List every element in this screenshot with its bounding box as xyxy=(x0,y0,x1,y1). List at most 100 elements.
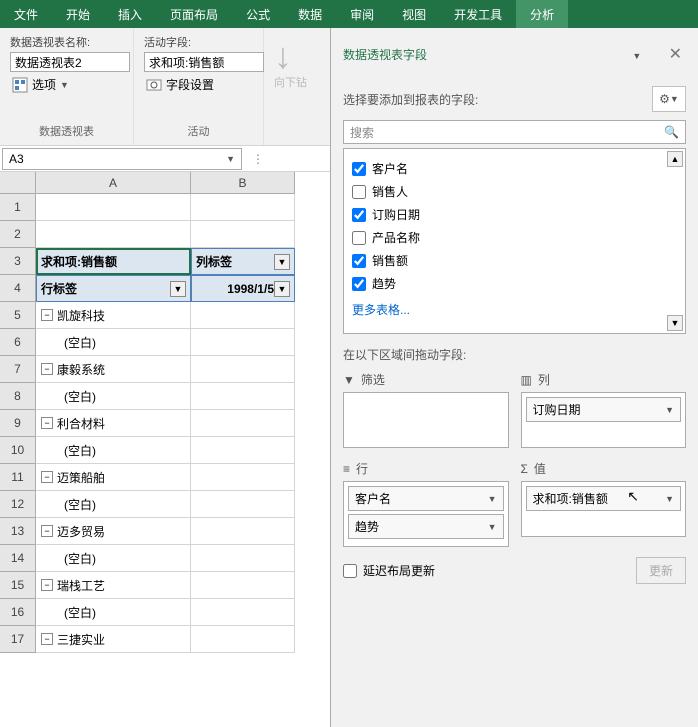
options-button[interactable]: 选项 ▼ xyxy=(10,74,123,95)
cell[interactable] xyxy=(191,383,295,410)
row-header[interactable]: 8 xyxy=(0,383,36,410)
search-input[interactable]: 搜索 🔍 xyxy=(343,120,686,144)
ribbon-tab-1[interactable]: 开始 xyxy=(52,0,104,28)
row-header[interactable]: 7 xyxy=(0,356,36,383)
row-header[interactable]: 5 xyxy=(0,302,36,329)
row-header[interactable]: 3 xyxy=(0,248,36,275)
cell[interactable]: −康毅系统 xyxy=(36,356,191,383)
area-pill[interactable]: 客户名▼ xyxy=(348,486,504,511)
collapse-icon[interactable]: − xyxy=(41,363,53,375)
cell[interactable]: (空白) xyxy=(36,545,191,572)
cell[interactable] xyxy=(191,626,295,653)
cell[interactable]: −三捷实业 xyxy=(36,626,191,653)
filter-dropdown-icon[interactable]: ▼ xyxy=(274,254,290,270)
ribbon-tab-6[interactable]: 审阅 xyxy=(336,0,388,28)
cell[interactable]: 行标签▼ xyxy=(36,275,191,302)
filter-dropdown-icon[interactable]: ▼ xyxy=(170,281,186,297)
filter-dropdown-icon[interactable]: ▼ xyxy=(274,281,290,297)
row-header[interactable]: 10 xyxy=(0,437,36,464)
cell[interactable] xyxy=(191,194,295,221)
area-pill[interactable]: 趋势▼ xyxy=(348,514,504,539)
collapse-icon[interactable]: − xyxy=(41,579,53,591)
defer-layout-checkbox[interactable]: 延迟布局更新 xyxy=(343,559,435,582)
more-tables-link[interactable]: 更多表格... xyxy=(352,295,677,324)
field-settings-button[interactable]: 字段设置 xyxy=(144,74,253,95)
cell[interactable] xyxy=(191,518,295,545)
cell[interactable]: (空白) xyxy=(36,383,191,410)
row-header[interactable]: 4 xyxy=(0,275,36,302)
name-box[interactable]: A3 ▼ xyxy=(2,148,242,170)
chevron-down-icon[interactable]: ▼ xyxy=(226,154,235,164)
cell[interactable]: (空白) xyxy=(36,329,191,356)
row-header[interactable]: 12 xyxy=(0,491,36,518)
cell[interactable] xyxy=(191,356,295,383)
cell[interactable] xyxy=(191,410,295,437)
row-header[interactable]: 9 xyxy=(0,410,36,437)
field-item[interactable]: 产品名称 xyxy=(352,226,677,249)
collapse-icon[interactable]: − xyxy=(41,471,53,483)
cell[interactable]: −迈多贸易 xyxy=(36,518,191,545)
field-item[interactable]: 趋势 xyxy=(352,272,677,295)
gear-button[interactable]: ⚙▼ xyxy=(652,86,686,112)
ribbon-tab-0[interactable]: 文件 xyxy=(0,0,52,28)
area-pill[interactable]: 订购日期▼ xyxy=(526,397,682,422)
cell[interactable]: (空白) xyxy=(36,437,191,464)
rows-drop-area[interactable]: 客户名▼ 趋势▼ xyxy=(343,481,509,547)
filter-drop-area[interactable] xyxy=(343,392,509,448)
collapse-icon[interactable]: − xyxy=(41,309,53,321)
collapse-icon[interactable]: − xyxy=(41,633,53,645)
ribbon-tab-8[interactable]: 开发工具 xyxy=(440,0,516,28)
field-item[interactable]: 销售额 xyxy=(352,249,677,272)
cell[interactable] xyxy=(191,491,295,518)
row-header[interactable]: 11 xyxy=(0,464,36,491)
row-header[interactable]: 13 xyxy=(0,518,36,545)
update-button[interactable]: 更新 xyxy=(636,557,686,584)
ribbon-tab-4[interactable]: 公式 xyxy=(232,0,284,28)
cell[interactable]: −迈策船舶 xyxy=(36,464,191,491)
row-header[interactable]: 17 xyxy=(0,626,36,653)
row-header[interactable]: 2 xyxy=(0,221,36,248)
grid-body[interactable]: 123求和项:销售额列标签▼4行标签▼1998/1/5▼5−凯旋科技6(空白)7… xyxy=(0,194,295,653)
cell[interactable] xyxy=(191,329,295,356)
row-header[interactable]: 1 xyxy=(0,194,36,221)
cell[interactable]: (空白) xyxy=(36,491,191,518)
cell[interactable]: (空白) xyxy=(36,599,191,626)
field-item[interactable]: 客户名 xyxy=(352,157,677,180)
cell[interactable] xyxy=(191,221,295,248)
row-header[interactable]: 15 xyxy=(0,572,36,599)
chevron-down-icon[interactable]: ▼ xyxy=(665,405,674,415)
pt-name-input[interactable] xyxy=(10,52,130,72)
ribbon-tab-2[interactable]: 插入 xyxy=(104,0,156,28)
collapse-icon[interactable]: − xyxy=(41,525,53,537)
row-header[interactable]: 14 xyxy=(0,545,36,572)
cell[interactable] xyxy=(191,464,295,491)
col-header-a[interactable]: A xyxy=(36,172,191,194)
cell[interactable] xyxy=(36,194,191,221)
select-all-corner[interactable] xyxy=(0,172,36,194)
cell[interactable] xyxy=(191,545,295,572)
cell[interactable] xyxy=(36,221,191,248)
field-item[interactable]: 订购日期 xyxy=(352,203,677,226)
area-pill[interactable]: 求和项:销售额▼ xyxy=(526,486,682,511)
cell[interactable] xyxy=(191,572,295,599)
close-icon[interactable]: ✕ xyxy=(665,46,686,63)
pane-menu-icon[interactable]: ▼ xyxy=(632,51,661,61)
scroll-up-icon[interactable]: ▲ xyxy=(667,151,683,167)
field-item[interactable]: 销售人 xyxy=(352,180,677,203)
chevron-down-icon[interactable]: ▼ xyxy=(488,494,497,504)
cell[interactable]: −凯旋科技 xyxy=(36,302,191,329)
scroll-down-icon[interactable]: ▼ xyxy=(667,315,683,331)
cell[interactable] xyxy=(191,437,295,464)
row-header[interactable]: 6 xyxy=(0,329,36,356)
chevron-down-icon[interactable]: ▼ xyxy=(665,494,674,504)
cell[interactable] xyxy=(191,599,295,626)
ribbon-tab-9[interactable]: 分析 xyxy=(516,0,568,28)
cell[interactable]: 1998/1/5▼ xyxy=(191,275,295,302)
ribbon-tab-7[interactable]: 视图 xyxy=(388,0,440,28)
active-field-input[interactable] xyxy=(144,52,264,72)
ribbon-tab-5[interactable]: 数据 xyxy=(284,0,336,28)
cell[interactable]: 求和项:销售额 xyxy=(36,248,191,275)
ribbon-tab-3[interactable]: 页面布局 xyxy=(156,0,232,28)
col-header-b[interactable]: B xyxy=(191,172,295,194)
columns-drop-area[interactable]: 订购日期▼ xyxy=(521,392,687,448)
